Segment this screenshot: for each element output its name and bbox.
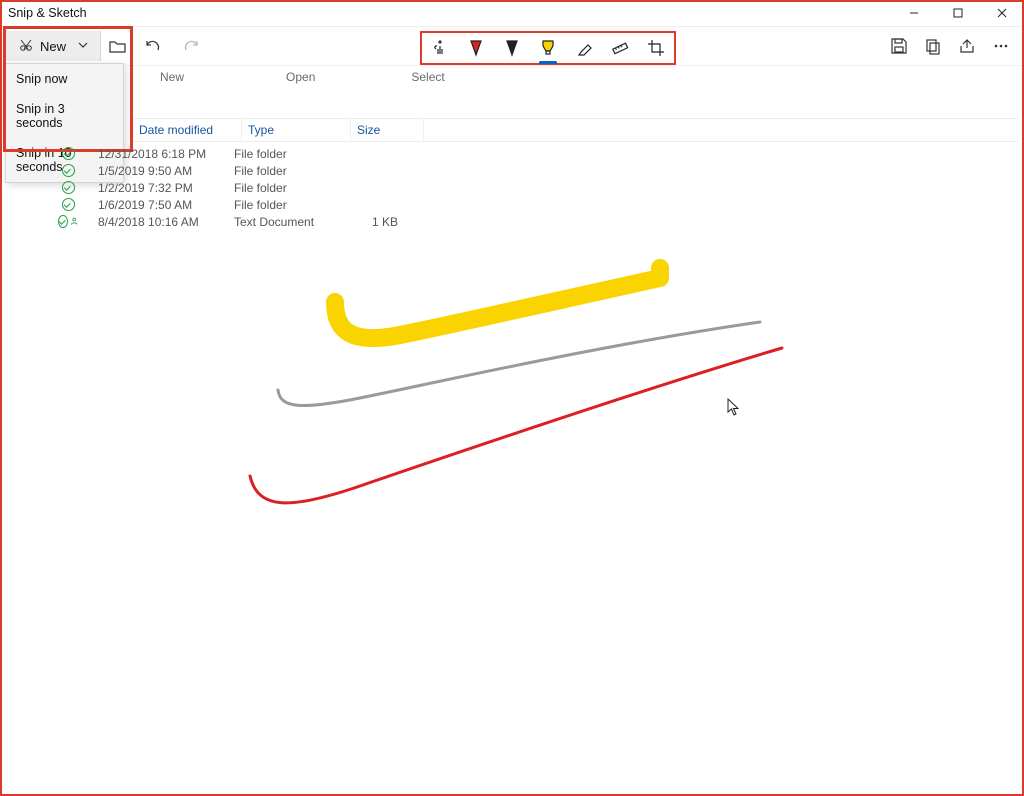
cell-type: File folder (234, 164, 338, 178)
file-column-headers: Date modified Type Size (133, 118, 1018, 142)
window-close-button[interactable] (980, 0, 1024, 26)
cell-type: File folder (234, 181, 338, 195)
redo-button[interactable] (174, 31, 208, 61)
cell-type: File folder (234, 147, 338, 161)
cursor-icon (727, 398, 741, 421)
touch-writing-button[interactable] (425, 34, 455, 62)
table-row[interactable]: 8/4/2018 10:16 AM Text Document 1 KB (58, 213, 398, 230)
new-button-label: New (40, 39, 66, 54)
status-icon (58, 198, 78, 211)
cell-type: File folder (234, 198, 338, 212)
new-snip-button[interactable]: New (6, 31, 101, 61)
cell-date: 8/4/2018 10:16 AM (98, 215, 234, 229)
cell-date: 12/31/2018 6:18 PM (98, 147, 234, 161)
cell-type: Text Document (234, 215, 338, 229)
table-row[interactable]: 1/2/2019 7:32 PM File folder (58, 179, 398, 196)
ribbon-open-label: Open (276, 66, 325, 88)
status-icon (58, 164, 78, 177)
app-title: Snip & Sketch (8, 6, 87, 20)
window-maximize-button[interactable] (936, 0, 980, 26)
more-button[interactable] (984, 31, 1018, 61)
highlighter-stroke (335, 268, 660, 338)
share-button[interactable] (950, 31, 984, 61)
crop-button[interactable] (641, 34, 671, 62)
undo-button[interactable] (136, 31, 170, 61)
ribbon-select-label: Select (401, 66, 454, 88)
cell-date: 1/5/2019 9:50 AM (98, 164, 234, 178)
window-minimize-button[interactable] (892, 0, 936, 26)
cell-size: 1 KB (338, 215, 398, 229)
highlighter-button[interactable] (533, 34, 563, 62)
save-button[interactable] (882, 31, 916, 61)
chevron-down-icon[interactable] (72, 39, 94, 53)
snip-now-item[interactable]: Snip now (6, 64, 123, 94)
cell-date: 1/2/2019 7:32 PM (98, 181, 234, 195)
table-row[interactable]: 1/5/2019 9:50 AM File folder (58, 162, 398, 179)
ballpoint-pen-button[interactable] (461, 34, 491, 62)
window-titlebar: Snip & Sketch (0, 0, 1024, 26)
table-row[interactable]: 12/31/2018 6:18 PM File folder (58, 145, 398, 162)
snip-3s-item[interactable]: Snip in 3 seconds (6, 94, 123, 138)
ribbon-new-label: New (150, 66, 194, 88)
annotation-toolbar (420, 31, 676, 65)
col-size[interactable]: Size (351, 119, 424, 141)
active-tool-indicator (539, 61, 557, 64)
status-icon (58, 147, 78, 160)
pencil-stroke (278, 322, 760, 406)
status-icon (58, 181, 78, 194)
copy-button[interactable] (916, 31, 950, 61)
new-icon (18, 37, 34, 56)
col-date[interactable]: Date modified (133, 119, 242, 141)
cell-date: 1/6/2019 7:50 AM (98, 198, 234, 212)
pen-stroke (250, 348, 782, 503)
table-row[interactable]: 1/6/2019 7:50 AM File folder (58, 196, 398, 213)
pencil-button[interactable] (497, 34, 527, 62)
ruler-button[interactable] (605, 34, 635, 62)
col-type[interactable]: Type (242, 119, 351, 141)
open-file-button[interactable] (101, 31, 135, 61)
toolbar: New (0, 26, 1024, 66)
eraser-button[interactable] (569, 34, 599, 62)
status-icon (58, 215, 78, 228)
file-rows: 12/31/2018 6:18 PM File folder 1/5/2019 … (58, 145, 398, 230)
